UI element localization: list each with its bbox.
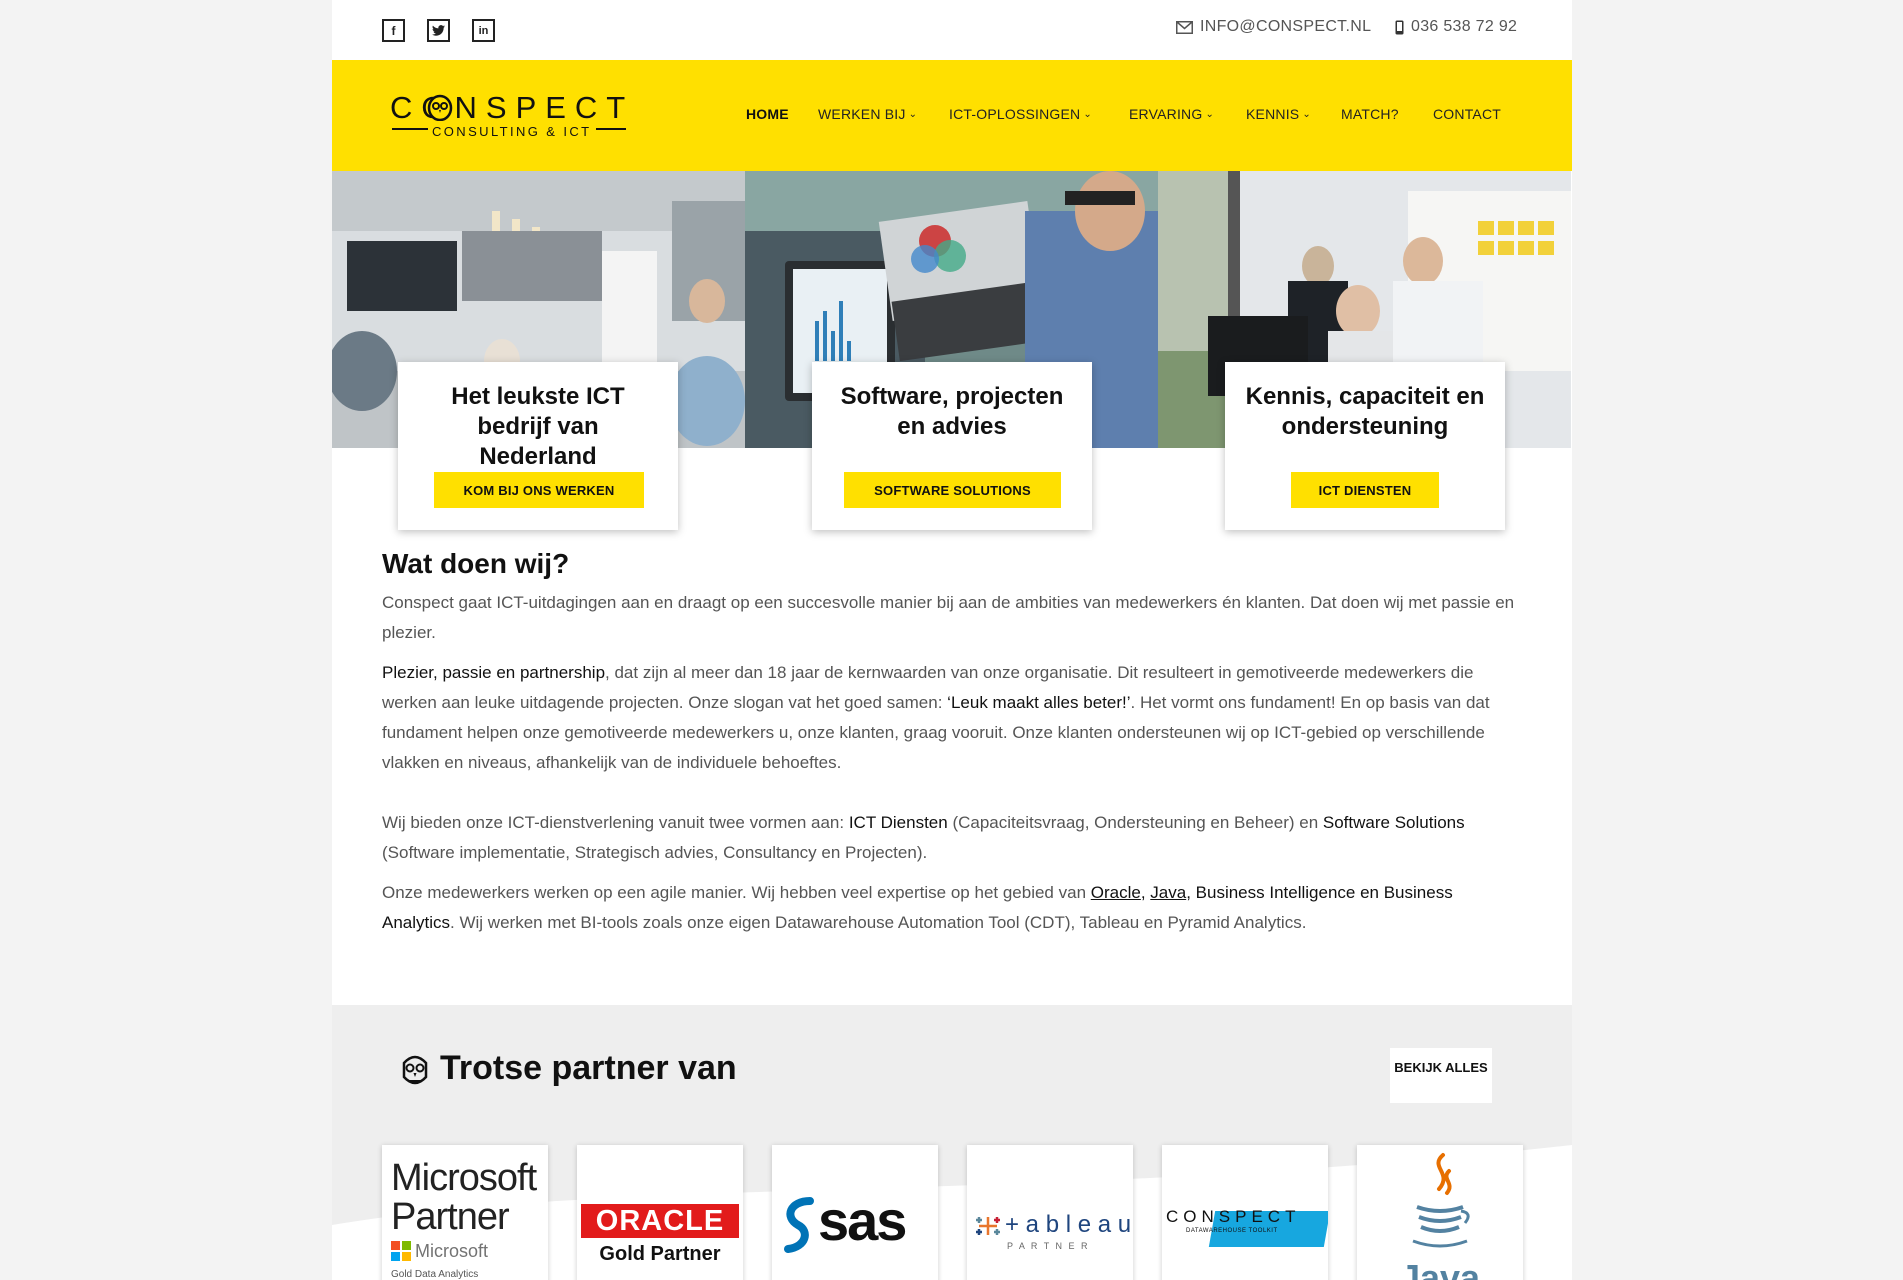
kom-bij-ons-werken-button[interactable]: KOM BIJ ONS WERKEN — [434, 472, 644, 508]
owl-icon — [402, 1055, 428, 1085]
card-kennis: Kennis, capaciteit en ondersteuning ICT … — [1225, 362, 1505, 530]
nav-ervaring[interactable]: ERVARING ⌄ — [1129, 106, 1214, 122]
envelope-icon — [1176, 20, 1193, 34]
oracle-partner-logo[interactable]: ORACLE Gold Partner — [577, 1145, 743, 1280]
microsoft-partner-logo[interactable]: Microsoft Partner Microsoft Gold Data An… — [382, 1145, 548, 1280]
nav-werken-bij[interactable]: WERKEN BIJ ⌄ — [818, 106, 917, 122]
ict-diensten-link[interactable]: ICT Diensten — [849, 813, 948, 832]
chevron-down-icon: ⌄ — [1205, 108, 1215, 120]
nav-kennis[interactable]: KENNIS ⌄ — [1246, 106, 1311, 122]
chevron-down-icon: ⌄ — [1083, 108, 1092, 120]
intro-paragraph: Conspect gaat ICT-uitdagingen aan en dra… — [382, 593, 1515, 642]
java-cup-icon — [1412, 1153, 1470, 1248]
card-werken: Het leukste ICT bedrijf van Nederland KO… — [398, 362, 678, 530]
sas-swirl-icon — [784, 1197, 814, 1253]
nav-home[interactable]: HOME — [746, 106, 789, 122]
main-header: CONSPECT CONSULTING & ICT HOME WERKEN BI… — [332, 60, 1572, 171]
twitter-icon[interactable] — [427, 19, 450, 42]
section-heading: Wat doen wij? — [382, 548, 570, 579]
logo-tagline: CONSULTING & ICT — [428, 124, 596, 139]
nav-ict-oplossingen[interactable]: ICT-OPLOSSINGEN ⌄ — [949, 106, 1092, 122]
mobile-phone-icon — [1395, 20, 1404, 34]
slogan-highlight: ‘Leuk maakt alles beter!’ — [947, 693, 1131, 712]
microsoft-squares-icon — [391, 1241, 411, 1261]
chevron-down-icon: ⌄ — [1302, 108, 1311, 120]
conspect-dwh-logo[interactable]: CONSPECT DATAWAREHOUSE TOOLKIT — [1162, 1145, 1328, 1280]
values-paragraph: Plezier, passie en partnership, dat zijn… — [382, 663, 1490, 772]
email-link[interactable]: INFO@CONSPECT.NL — [1176, 18, 1371, 36]
nav-contact[interactable]: CONTACT — [1433, 106, 1501, 122]
tableau-cross-icon — [976, 1217, 1000, 1235]
card-title: Kennis, capaciteit en ondersteuning — [1245, 383, 1485, 440]
partners-section: Trotse partner van BEKIJK ALLES Microsof… — [332, 1005, 1572, 1280]
facebook-icon[interactable]: f — [382, 19, 405, 42]
nav-match[interactable]: MATCH? — [1341, 106, 1399, 122]
conspect-logo[interactable]: CONSPECT CONSULTING & ICT — [390, 90, 630, 144]
owl-logo-icon — [427, 94, 453, 121]
sas-logo[interactable]: sas — [772, 1145, 938, 1280]
card-software: Software, projecten en advies SOFTWARE S… — [812, 362, 1092, 530]
chevron-down-icon: ⌄ — [908, 108, 918, 120]
linkedin-icon[interactable]: in — [472, 19, 495, 42]
partners-title: Trotse partner van — [440, 1049, 737, 1087]
software-solutions-link[interactable]: Software Solutions — [1323, 813, 1465, 832]
phone-link[interactable]: 036 538 72 92 — [1395, 18, 1517, 36]
values-highlight: Plezier, passie en partnership — [382, 663, 606, 682]
card-title: Software, projecten en advies — [840, 383, 1064, 440]
page: f in INFO@CONSPECT.NL 036 538 72 92 CONS… — [332, 0, 1572, 1280]
services-paragraph: Wij bieden onze ICT-dienstverlening vanu… — [382, 813, 1465, 862]
java-logo[interactable]: Java — [1357, 1145, 1523, 1280]
ict-diensten-button[interactable]: ICT DIENSTEN — [1291, 472, 1439, 508]
bekijk-alles-button[interactable]: BEKIJK ALLES — [1390, 1048, 1492, 1103]
expertise-paragraph: Onze medewerkers werken op een agile man… — [382, 883, 1453, 932]
tableau-partner-logo[interactable]: + a b l e a u P A R T N E R — [967, 1145, 1133, 1280]
java-link[interactable]: Java — [1150, 883, 1186, 902]
software-solutions-button[interactable]: SOFTWARE SOLUTIONS — [844, 472, 1061, 508]
oracle-link[interactable]: Oracle — [1091, 883, 1141, 902]
top-bar: f in INFO@CONSPECT.NL 036 538 72 92 — [332, 0, 1572, 60]
card-title: Het leukste ICT bedrijf van Nederland — [451, 383, 625, 470]
